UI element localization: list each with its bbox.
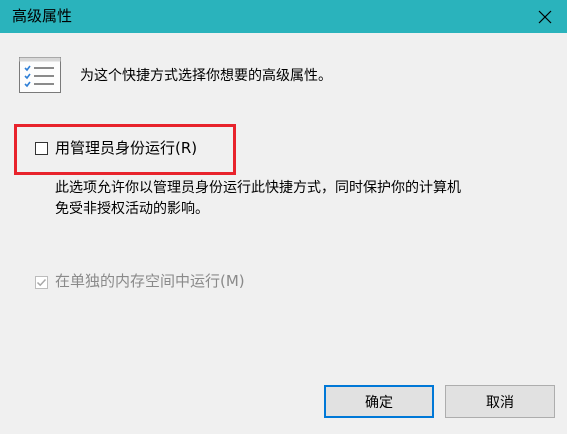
run-as-admin-description: 此选项允许你以管理员身份运行此快捷方式，同时保护你的计算机 免受非授权活动的影响… <box>55 178 525 220</box>
run-as-admin-checkbox[interactable] <box>35 142 48 155</box>
close-icon <box>538 10 552 23</box>
window-title: 高级属性 <box>12 7 73 25</box>
title-bar: 高级属性 <box>0 0 567 33</box>
separate-memory-label: 在单独的内存空间中运行(M) <box>55 272 245 290</box>
run-as-admin-description-line2: 免受非授权活动的影响。 <box>55 201 209 217</box>
run-as-admin-description-line1: 此选项允许你以管理员身份运行此快捷方式，同时保护你的计算机 <box>55 180 461 196</box>
separate-memory-checkbox <box>35 276 48 289</box>
run-as-admin-label[interactable]: 用管理员身份运行(R) <box>55 138 197 158</box>
close-button[interactable] <box>523 0 567 33</box>
cancel-button[interactable]: 取消 <box>445 385 555 418</box>
ok-button[interactable]: 确定 <box>324 385 434 418</box>
checkmark-icon <box>36 278 47 287</box>
dialog-description: 为这个快捷方式选择你想要的高级属性。 <box>80 68 332 84</box>
properties-list-icon <box>19 57 61 93</box>
